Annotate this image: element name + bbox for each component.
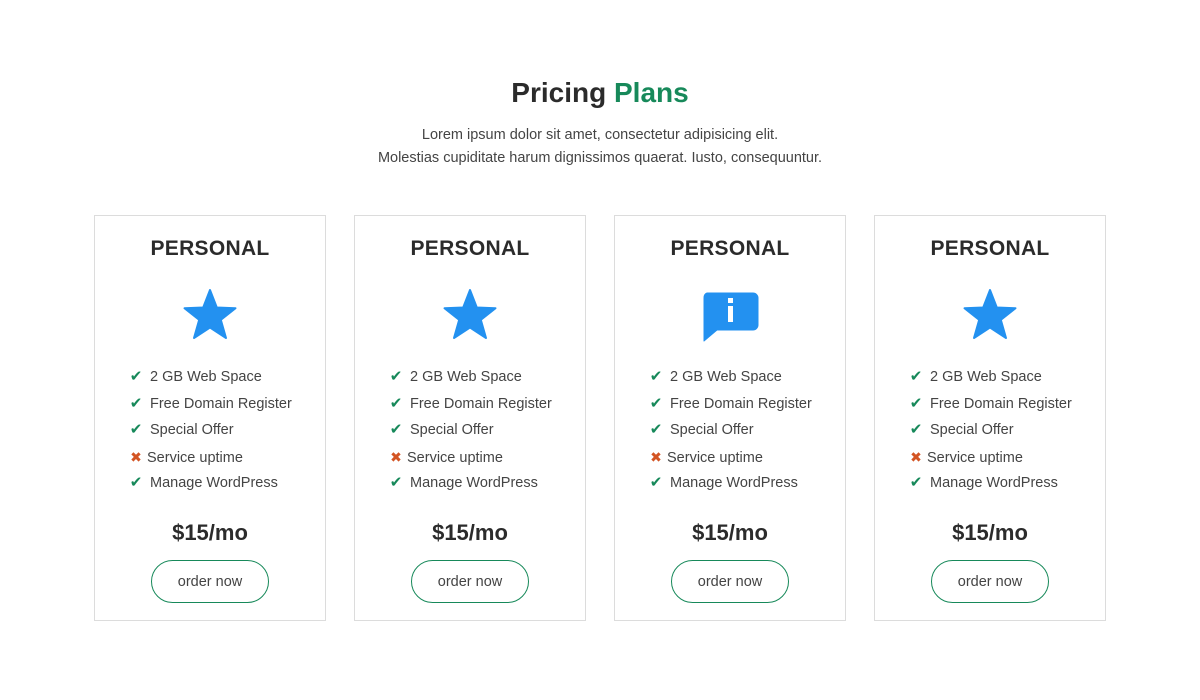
feature-label: Special Offer xyxy=(670,422,754,438)
feature-label: Free Domain Register xyxy=(150,395,292,412)
feature-label: Service uptime xyxy=(147,449,243,466)
section-subtitle: Lorem ipsum dolor sit amet, consectetur … xyxy=(0,124,1200,170)
info-speech-bubble-icon xyxy=(700,286,760,346)
check-icon: ✔ xyxy=(389,474,403,491)
feature-item: ✔ Special Offer xyxy=(127,417,315,444)
feature-label: Special Offer xyxy=(150,422,234,438)
check-icon: ✔ xyxy=(389,368,403,385)
pricing-section: Pricing Plans Lorem ipsum dolor sit amet… xyxy=(0,0,1200,700)
plan-price: $15/mo xyxy=(432,520,508,545)
feature-item: ✔ Free Domain Register xyxy=(387,391,575,418)
feature-item: ✔ Special Offer xyxy=(647,417,835,444)
feature-label: Manage WordPress xyxy=(150,475,278,491)
pricing-card: PERSONAL ✔ 2 GB Web Space ✔ Free Domain Re… xyxy=(94,215,326,621)
feature-item: ✖ Service uptime xyxy=(127,444,315,471)
feature-label: Free Domain Register xyxy=(410,395,552,412)
feature-list: ✔ 2 GB Web Space ✔ Free Domain Register ✔ S… xyxy=(127,364,315,497)
cross-icon: ✖ xyxy=(910,448,922,465)
subtitle-line-1: Lorem ipsum dolor sit amet, consectetur … xyxy=(421,127,779,143)
feature-item: ✔ Manage WordPress xyxy=(647,470,835,497)
star-icon xyxy=(180,286,240,346)
feature-label: Service uptime xyxy=(667,449,763,466)
feature-label: 2 GB Web Space xyxy=(670,369,782,385)
feature-list: ✔ 2 GB Web Space ✔ Free Domain Register ✔ S… xyxy=(907,364,1095,497)
feature-item: ✖ Service uptime xyxy=(387,444,575,471)
feature-item: ✖ Service uptime xyxy=(907,444,1095,471)
cross-icon: ✖ xyxy=(390,448,402,465)
feature-label: Manage WordPress xyxy=(930,475,1058,491)
feature-item: ✔ 2 GB Web Space xyxy=(647,364,835,391)
plan-price: $15/mo xyxy=(692,520,768,545)
plan-name: PERSONAL xyxy=(670,237,790,260)
check-icon: ✔ xyxy=(649,421,663,438)
star-icon xyxy=(440,286,500,346)
feature-item: ✔ 2 GB Web Space xyxy=(387,364,575,391)
plan-price: $15/mo xyxy=(172,520,248,545)
feature-label: 2 GB Web Space xyxy=(410,369,522,385)
feature-item: ✔ 2 GB Web Space xyxy=(907,364,1095,391)
check-icon: ✔ xyxy=(909,474,923,491)
check-icon: ✔ xyxy=(129,421,143,438)
title-accent: Plans xyxy=(614,77,689,108)
feature-label: Manage WordPress xyxy=(670,475,798,491)
section-title: Pricing Plans xyxy=(0,76,1200,110)
subtitle-line-2: Molestias cupiditate harum dignissimos q… xyxy=(377,150,823,166)
feature-item: ✔ Manage WordPress xyxy=(127,470,315,497)
feature-list: ✔ 2 GB Web Space ✔ Free Domain Register ✔ S… xyxy=(647,364,835,497)
feature-label: Service uptime xyxy=(407,449,503,466)
check-icon: ✔ xyxy=(649,368,663,385)
feature-list: ✔ 2 GB Web Space ✔ Free Domain Register ✔ S… xyxy=(387,364,575,497)
check-icon: ✔ xyxy=(389,394,403,412)
check-icon: ✔ xyxy=(129,368,143,385)
cross-icon: ✖ xyxy=(650,448,662,465)
check-icon: ✔ xyxy=(909,421,923,438)
feature-item: ✔ 2 GB Web Space xyxy=(127,364,315,391)
feature-item: ✖ Service uptime xyxy=(647,444,835,471)
feature-item: ✔ Manage WordPress xyxy=(907,470,1095,497)
feature-label: Service uptime xyxy=(927,449,1023,466)
pricing-card: PERSONAL ✔ 2 GB Web Space ✔ Free Domain Re… xyxy=(614,215,846,621)
feature-label: Free Domain Register xyxy=(930,395,1072,412)
pricing-card: PERSONAL ✔ 2 GB Web Space ✔ Free Domain Re… xyxy=(874,215,1106,621)
check-icon: ✔ xyxy=(129,394,143,412)
feature-item: ✔ Manage WordPress xyxy=(387,470,575,497)
feature-label: Special Offer xyxy=(930,422,1014,438)
check-icon: ✔ xyxy=(649,474,663,491)
feature-label: 2 GB Web Space xyxy=(930,369,1042,385)
feature-label: 2 GB Web Space xyxy=(150,369,262,385)
plan-name: PERSONAL xyxy=(150,237,270,260)
pricing-card: PERSONAL ✔ 2 GB Web Space ✔ Free Domain Re… xyxy=(354,215,586,621)
check-icon: ✔ xyxy=(389,421,403,438)
order-now-button[interactable]: order now xyxy=(151,560,269,603)
check-icon: ✔ xyxy=(129,474,143,491)
check-icon: ✔ xyxy=(909,394,923,412)
order-now-button[interactable]: order now xyxy=(411,560,529,603)
check-icon: ✔ xyxy=(649,394,663,412)
feature-item: ✔ Special Offer xyxy=(387,417,575,444)
cross-icon: ✖ xyxy=(130,448,142,465)
star-icon xyxy=(960,286,1020,346)
feature-item: ✔ Free Domain Register xyxy=(907,391,1095,418)
pricing-cards: PERSONAL ✔ 2 GB Web Space ✔ Free Domain Re… xyxy=(94,215,1108,623)
plan-name: PERSONAL xyxy=(930,237,1050,260)
title-main: Pricing xyxy=(511,77,607,108)
feature-label: Free Domain Register xyxy=(670,395,812,412)
plan-price: $15/mo xyxy=(952,520,1028,545)
feature-item: ✔ Special Offer xyxy=(907,417,1095,444)
check-icon: ✔ xyxy=(909,368,923,385)
feature-label: Special Offer xyxy=(410,422,494,438)
feature-item: ✔ Free Domain Register xyxy=(127,391,315,418)
order-now-button[interactable]: order now xyxy=(671,560,789,603)
order-now-button[interactable]: order now xyxy=(931,560,1049,603)
feature-item: ✔ Free Domain Register xyxy=(647,391,835,418)
feature-label: Manage WordPress xyxy=(410,475,538,491)
plan-name: PERSONAL xyxy=(410,237,530,260)
